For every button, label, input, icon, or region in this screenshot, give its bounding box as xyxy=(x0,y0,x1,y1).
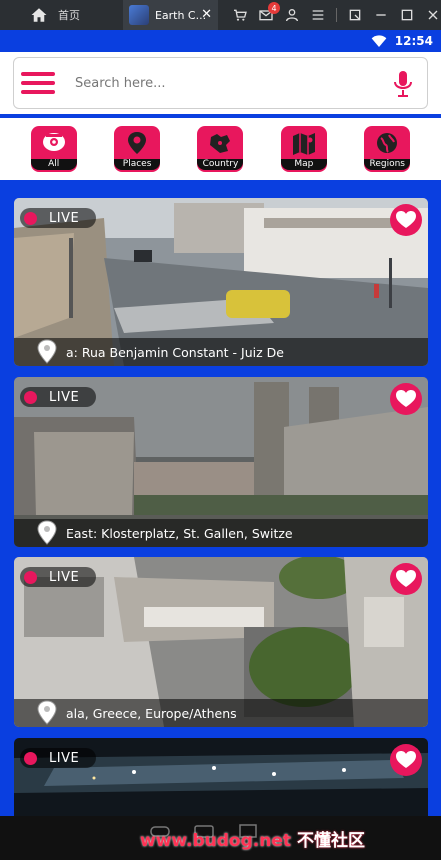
live-label: LIVE xyxy=(49,210,80,226)
app-tab[interactable]: Earth C... ✕ xyxy=(122,0,218,30)
app-screen: All Places Country Map xyxy=(0,52,441,816)
favorite-button[interactable] xyxy=(390,383,422,415)
camera-card[interactable]: LIVE ala, Greece, Europe/Athens xyxy=(14,557,428,727)
camera-location-caption: a: Rua Benjamin Constant - Juiz De xyxy=(66,344,284,360)
favorite-button[interactable] xyxy=(390,744,422,776)
app-thumbnail-icon xyxy=(128,5,149,25)
live-label: LIVE xyxy=(49,569,80,585)
camera-location-caption: East: Klosterplatz, St. Gallen, Switze xyxy=(66,525,293,541)
minimize-icon[interactable] xyxy=(373,7,389,23)
category-map[interactable]: Map xyxy=(280,126,328,172)
close-tab-icon[interactable]: ✕ xyxy=(201,7,212,22)
heart-icon xyxy=(396,751,416,768)
cart-icon[interactable] xyxy=(232,7,248,23)
category-regions[interactable]: Regions xyxy=(363,126,411,172)
caption-bar: a: Rua Benjamin Constant - Juiz De xyxy=(14,338,428,366)
live-badge: LIVE xyxy=(20,387,96,407)
hamburger-menu-icon[interactable] xyxy=(21,72,55,94)
wifi-icon xyxy=(371,35,387,47)
live-badge: LIVE xyxy=(20,208,96,228)
live-label: LIVE xyxy=(49,389,80,405)
toolbar-divider xyxy=(336,8,337,22)
heart-icon xyxy=(396,570,416,587)
watermark-site: www.budog.net xyxy=(140,831,291,851)
location-icon xyxy=(128,132,147,154)
location-pin-icon xyxy=(37,520,57,545)
location-pin-icon xyxy=(37,339,57,364)
search-bar xyxy=(13,57,428,109)
microphone-icon[interactable] xyxy=(393,70,413,98)
live-badge: LIVE xyxy=(20,567,96,587)
favorite-button[interactable] xyxy=(390,563,422,595)
country-map-icon xyxy=(210,134,231,153)
home-icon xyxy=(31,8,47,22)
category-label: Map xyxy=(280,159,327,170)
category-regions-button[interactable]: Regions xyxy=(364,126,411,172)
watermark-text: 不懂社区 xyxy=(297,831,365,851)
live-dot-icon xyxy=(24,570,37,584)
category-all-button[interactable]: All xyxy=(30,126,77,172)
live-dot-icon xyxy=(24,390,37,404)
webcam-icon xyxy=(42,133,65,151)
maximize-icon[interactable] xyxy=(399,7,415,23)
live-dot-icon xyxy=(24,211,37,225)
close-window-icon[interactable] xyxy=(425,7,441,23)
camera-card[interactable]: LIVE xyxy=(14,738,428,816)
caption-bar: East: Klosterplatz, St. Gallen, Switze xyxy=(14,519,428,547)
live-label: LIVE xyxy=(49,750,80,766)
user-icon[interactable] xyxy=(284,7,300,23)
search-header xyxy=(0,52,441,114)
category-country[interactable]: Country xyxy=(196,126,244,172)
emulator-title-bar: 首页 Earth C... ✕ 4 xyxy=(0,0,441,30)
category-places-button[interactable]: Places xyxy=(114,126,161,172)
camera-location-caption: ala, Greece, Europe/Athens xyxy=(66,705,237,721)
status-bar: 12:54 xyxy=(0,30,441,52)
category-map-button[interactable]: Map xyxy=(280,126,327,172)
home-tab-label: 首页 xyxy=(58,9,80,22)
category-label: Regions xyxy=(364,159,411,170)
camera-card[interactable]: LIVE East: Klosterplatz, St. Gallen, Swi… xyxy=(14,377,428,547)
live-dot-icon xyxy=(24,751,37,765)
location-pin-icon xyxy=(37,700,57,725)
app-tab-title: Earth C... xyxy=(154,8,207,22)
category-bar: All Places Country Map Regions xyxy=(0,118,441,180)
live-badge: LIVE xyxy=(20,748,96,768)
map-icon xyxy=(292,133,315,155)
category-label: Places xyxy=(114,159,161,170)
menu-icon[interactable] xyxy=(310,7,326,23)
heart-icon xyxy=(396,211,416,228)
watermark: www.budog.net 不懂社区 xyxy=(140,826,365,851)
caption-bar: ala, Greece, Europe/Athens xyxy=(14,699,428,727)
mail-button[interactable]: 4 xyxy=(258,2,280,23)
category-country-button[interactable]: Country xyxy=(197,126,244,172)
home-tab[interactable]: 首页 xyxy=(0,0,123,30)
category-all[interactable]: All xyxy=(30,126,78,172)
restore-icon[interactable] xyxy=(347,7,363,23)
category-label: Country xyxy=(197,159,244,170)
mail-badge: 4 xyxy=(268,2,280,14)
search-input[interactable] xyxy=(75,75,365,91)
category-places[interactable]: Places xyxy=(113,126,161,172)
status-time: 12:54 xyxy=(394,34,433,48)
camera-card[interactable]: LIVE a: Rua Benjamin Constant - Juiz De xyxy=(14,198,428,366)
heart-icon xyxy=(396,390,416,407)
globe-icon xyxy=(377,133,398,153)
favorite-button[interactable] xyxy=(390,204,422,236)
category-label: All xyxy=(30,159,77,170)
